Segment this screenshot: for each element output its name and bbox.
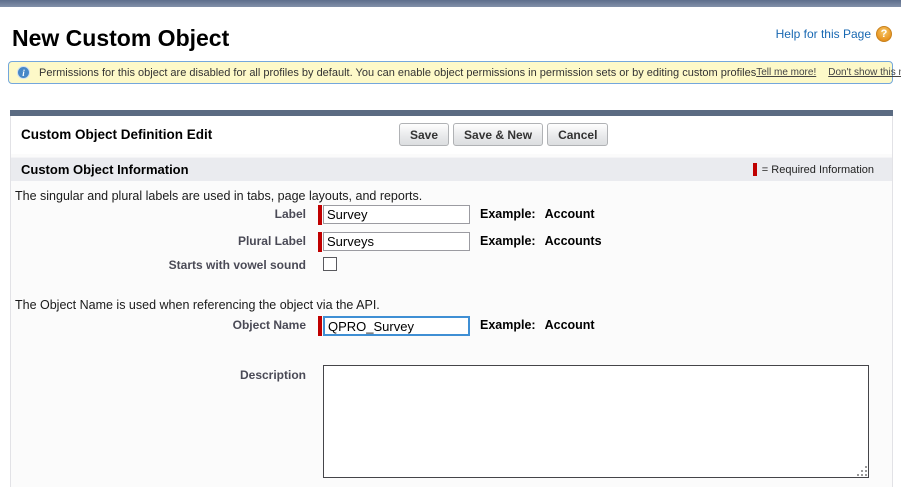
example-value: Account	[545, 205, 595, 224]
plural-label-input[interactable]	[323, 232, 470, 251]
subheader-title: Custom Object Information	[21, 162, 189, 177]
info-icon: i	[17, 66, 30, 79]
help-for-this-page-link[interactable]: Help for this Page	[776, 27, 871, 41]
cancel-button[interactable]: Cancel	[547, 123, 608, 146]
form-body: The singular and plural labels are used …	[11, 181, 892, 487]
object-name-example: Example: Account	[480, 316, 595, 335]
object-name-field-label: Object Name	[11, 318, 306, 332]
required-bar-icon	[318, 232, 322, 252]
save-button[interactable]: Save	[399, 123, 449, 146]
dont-show-message-link[interactable]: Don't show this message again	[828, 67, 901, 78]
button-group: Save Save & New Cancel	[399, 123, 608, 146]
save-and-new-button[interactable]: Save & New	[453, 123, 543, 146]
description-textarea[interactable]	[323, 365, 869, 478]
tell-me-more-link[interactable]: Tell me more!	[756, 67, 816, 78]
label-input[interactable]	[323, 205, 470, 224]
required-legend: = Required Information	[753, 163, 874, 176]
intro-api-text: The Object Name is used when referencing…	[15, 298, 380, 312]
top-slate-bar	[0, 0, 901, 7]
banner-message: Permissions for this object are disabled…	[39, 67, 756, 79]
example-value: Accounts	[545, 232, 602, 251]
permissions-info-banner: i Permissions for this object are disabl…	[8, 61, 893, 84]
required-legend-text: = Required Information	[762, 164, 874, 176]
example-value: Account	[545, 316, 595, 335]
vowel-sound-label: Starts with vowel sound	[11, 258, 306, 272]
vowel-sound-checkbox[interactable]	[323, 257, 337, 271]
intro-labels-text: The singular and plural labels are used …	[15, 189, 422, 203]
subheader-bar: Custom Object Information = Required Inf…	[11, 157, 892, 181]
example-label: Example:	[480, 232, 536, 251]
plural-label-field-label: Plural Label	[11, 234, 306, 248]
label-field-label: Label	[11, 207, 306, 221]
page-title: New Custom Object	[12, 25, 229, 52]
help-question-icon[interactable]: ?	[876, 26, 892, 42]
custom-object-edit-section: Custom Object Definition Edit Save Save …	[10, 110, 893, 487]
plural-label-example: Example: Accounts	[480, 232, 602, 251]
example-label: Example:	[480, 205, 536, 224]
description-field-label: Description	[11, 368, 306, 382]
section-header: Custom Object Definition Edit Save Save …	[11, 116, 892, 154]
object-name-input[interactable]	[323, 316, 470, 336]
example-label: Example:	[480, 316, 536, 335]
help-area: Help for this Page ?	[776, 26, 892, 42]
required-bar-icon	[753, 163, 757, 176]
required-bar-icon	[318, 316, 322, 336]
label-example: Example: Account	[480, 205, 595, 224]
section-title: Custom Object Definition Edit	[21, 127, 212, 142]
required-bar-icon	[318, 205, 322, 225]
banner-links: Tell me more! Don't show this message ag…	[756, 67, 901, 78]
